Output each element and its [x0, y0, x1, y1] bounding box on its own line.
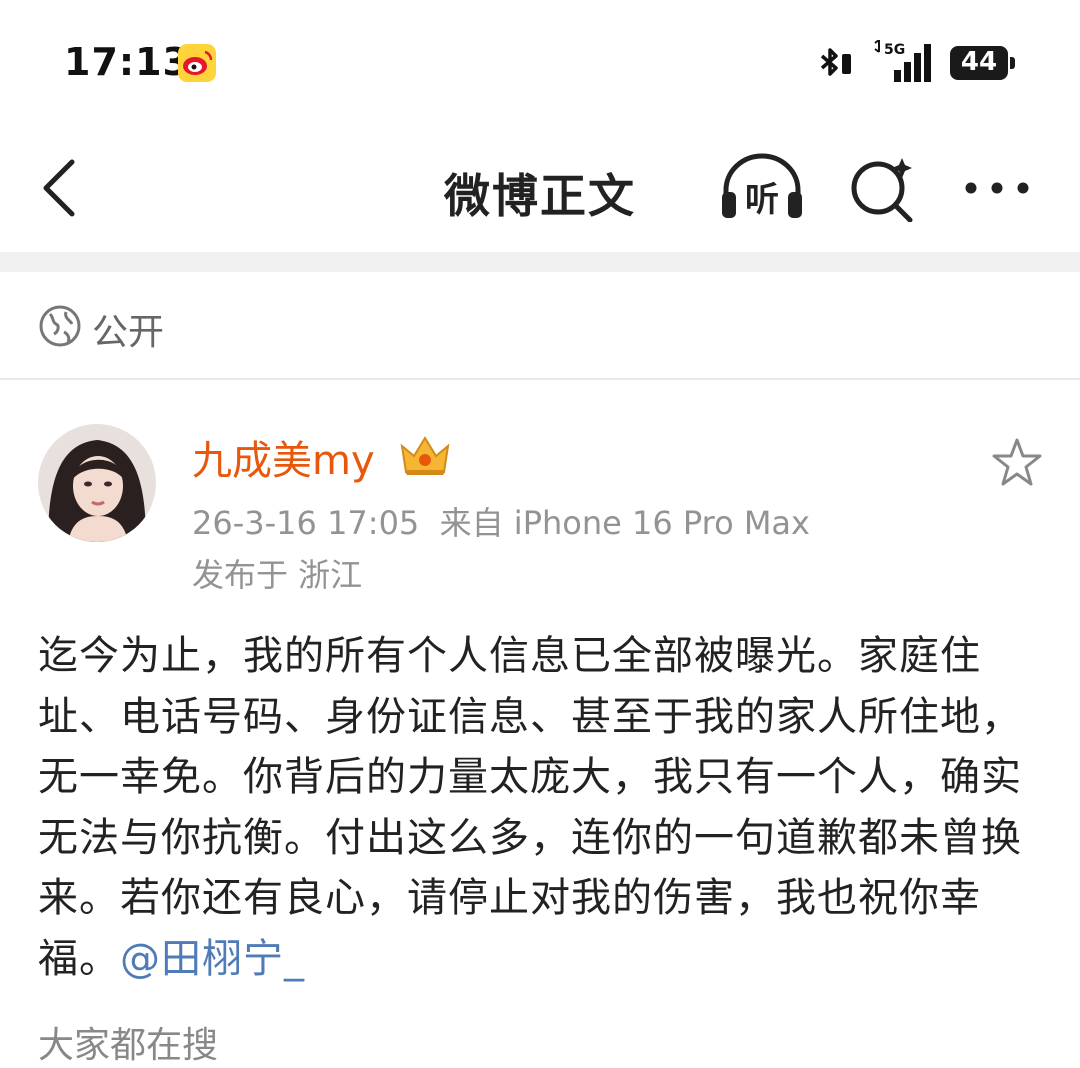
post-location: 发布于 浙江 — [192, 556, 363, 594]
divider — [0, 378, 1080, 380]
battery-icon: 44 — [950, 46, 1016, 80]
section-divider — [0, 252, 1080, 272]
trending-searches-label[interactable]: 大家都在搜 — [38, 1016, 218, 1068]
post-source: 来自 iPhone 16 Pro Max — [439, 504, 810, 542]
weibo-notification-icon — [178, 44, 216, 82]
page-title: 微博正文 — [444, 169, 636, 223]
visibility-label: 公开 — [92, 312, 165, 353]
battery-level: 44 — [960, 47, 998, 77]
username[interactable]: 九成美my — [192, 428, 375, 486]
post-meta: 26-3-16 17:05 来自 iPhone 16 Pro Max — [192, 498, 810, 544]
listen-label: 听 — [745, 180, 779, 220]
bluetooth-icon — [820, 48, 851, 76]
status-time: 17:13 — [64, 40, 190, 84]
listen-button[interactable]: 听 — [718, 152, 806, 222]
more-options-icon[interactable] — [962, 168, 1032, 208]
post-text: 迄今为止，我的所有个人信息已全部被曝光。家庭住址、电话号码、身份证信息、甚至于我… — [38, 633, 1022, 982]
post-body: 迄今为止，我的所有个人信息已全部被曝光。家庭住址、电话号码、身份证信息、甚至于我… — [38, 626, 1038, 989]
search-icon[interactable] — [848, 154, 916, 222]
svg-text:5G: 5G — [884, 42, 905, 58]
post-timestamp: 26-3-16 17:05 — [192, 504, 420, 542]
globe-icon — [39, 305, 81, 347]
back-arrow-icon[interactable] — [36, 156, 84, 220]
mention-link[interactable]: @田栩宁_ — [120, 936, 305, 982]
cellular-signal-icon: 5G — [874, 40, 931, 82]
avatar[interactable] — [38, 424, 156, 542]
favorite-star-icon[interactable] — [990, 436, 1044, 490]
vip-crown-icon — [400, 436, 450, 475]
